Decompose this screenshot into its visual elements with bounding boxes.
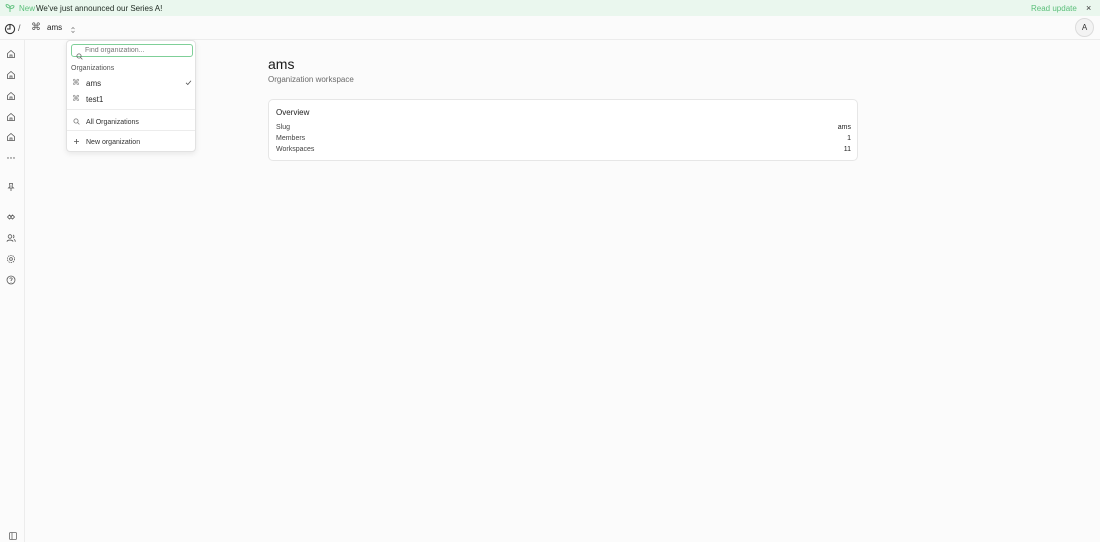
overview-title: Overview [276, 108, 310, 117]
divider [67, 130, 195, 131]
new-organization-label: New organization [86, 139, 141, 146]
avatar[interactable]: A [1075, 18, 1094, 37]
announcement-text: We've just announced our Series A! [36, 4, 163, 13]
settings-icon[interactable] [6, 254, 16, 264]
org-search-box[interactable] [71, 44, 193, 60]
new-organization-item[interactable]: New organization [67, 135, 195, 149]
help-icon[interactable] [6, 275, 16, 285]
users-icon[interactable] [6, 233, 16, 243]
row-key: Slug [276, 124, 291, 131]
org-dropdown: Organizations ⌘ ams ⌘ test1 All Organiza… [66, 40, 196, 152]
row-key: Members [276, 135, 306, 142]
sidebar-toggle-icon[interactable] [9, 527, 17, 540]
row-key: Workspaces [276, 146, 315, 153]
more-icon[interactable] [6, 153, 16, 163]
read-update-link[interactable]: Read update [1031, 4, 1077, 13]
page-subtitle: Organization workspace [268, 75, 354, 84]
divider [67, 109, 195, 110]
close-banner-button[interactable]: × [1086, 3, 1094, 13]
chevron-up-down-icon[interactable] [70, 22, 76, 34]
announcement-banner: New We've just announced our Series A! R… [0, 0, 1100, 16]
home-icon[interactable] [6, 91, 16, 101]
top-bar: / ⌘ ams A [0, 16, 1100, 40]
home-icon[interactable] [6, 49, 16, 59]
org-command-icon: ⌘ [72, 78, 80, 87]
sprout-icon [5, 3, 15, 13]
org-switcher[interactable]: ams [47, 23, 62, 32]
page-title: ams [268, 56, 295, 72]
new-label: New [19, 4, 36, 13]
row-value: 11 [843, 146, 851, 153]
all-organizations-label: All Organizations [86, 119, 139, 126]
org-group-label: Organizations [71, 65, 115, 72]
org-command-icon: ⌘ [31, 22, 41, 33]
integrations-icon[interactable] [6, 212, 16, 222]
overview-row-workspaces: Workspaces 11 [276, 146, 851, 156]
org-item-label: test1 [86, 95, 104, 104]
home-icon[interactable] [6, 70, 16, 80]
overview-row-members: Members 1 [276, 135, 851, 145]
logo-icon[interactable] [4, 22, 16, 35]
pin-icon[interactable] [6, 182, 16, 192]
row-value: ams [837, 124, 851, 131]
search-icon [73, 118, 80, 125]
all-organizations-item[interactable]: All Organizations [67, 115, 195, 129]
org-item-test1[interactable]: ⌘ test1 [67, 92, 195, 106]
org-item-label: ams [86, 79, 102, 88]
home-icon[interactable] [6, 132, 16, 142]
check-icon [185, 79, 192, 86]
breadcrumb-separator: / [18, 23, 21, 33]
org-item-ams[interactable]: ⌘ ams [67, 76, 195, 90]
plus-icon [73, 138, 80, 145]
left-rail [0, 40, 25, 542]
home-icon[interactable] [6, 112, 16, 122]
overview-row-slug: Slug ams [276, 124, 851, 134]
overview-card: Overview Slug ams Members 1 Workspaces 1… [268, 99, 858, 161]
row-value: 1 [847, 135, 851, 142]
search-icon [76, 47, 83, 60]
org-search-input[interactable] [85, 45, 190, 56]
org-command-icon: ⌘ [72, 94, 80, 103]
